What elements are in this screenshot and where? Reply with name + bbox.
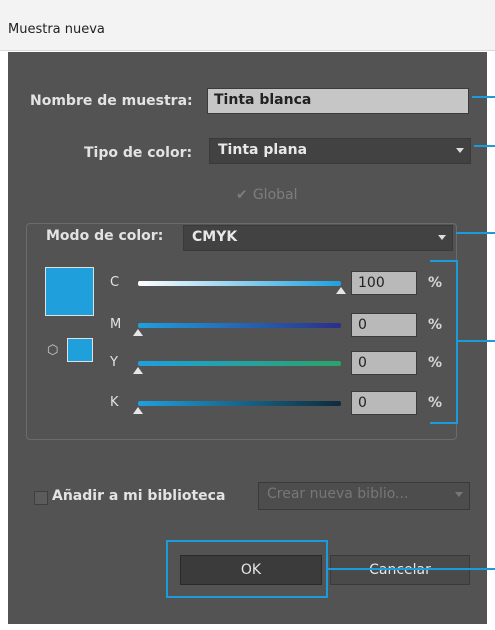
m-value-input[interactable]: 0: [351, 313, 417, 337]
checkmark-icon: ✔: [236, 187, 248, 203]
callout-line-name: [472, 96, 495, 98]
k-slider-thumb[interactable]: [133, 407, 143, 414]
window-titlebar: Muestra nueva: [0, 0, 495, 51]
out-of-gamut-cube-icon[interactable]: ⬡: [47, 343, 58, 358]
callout-line-type: [474, 145, 495, 147]
callout-line-mode: [456, 232, 495, 234]
window-title: Muestra nueva: [8, 22, 105, 37]
k-value-input[interactable]: 0: [351, 391, 417, 415]
color-preview-swatch: [45, 267, 94, 316]
y-slider-track[interactable]: [138, 361, 341, 366]
k-slider-track[interactable]: [138, 401, 341, 406]
global-checkbox[interactable]: ✔ Global: [236, 184, 298, 203]
channel-m-letter: M: [110, 317, 122, 332]
c-slider-track[interactable]: [138, 281, 341, 286]
add-to-library-label: Añadir a mi biblioteca: [52, 488, 226, 504]
color-mode-select[interactable]: CMYK: [183, 225, 453, 251]
y-slider-thumb[interactable]: [133, 367, 143, 374]
color-type-select[interactable]: Tinta plana: [209, 138, 471, 164]
global-label: Global: [252, 187, 298, 203]
c-slider-thumb[interactable]: [336, 287, 346, 294]
callout-line-ok: [328, 568, 495, 570]
color-mode-label: Modo de color:: [42, 228, 168, 244]
channel-c-letter: C: [110, 275, 120, 290]
chevron-down-icon: [455, 492, 463, 497]
m-slider-thumb[interactable]: [133, 329, 143, 336]
chevron-down-icon: [438, 235, 446, 240]
callout-bracket-values: [430, 260, 458, 424]
swatch-name-input[interactable]: Tinta blanca: [207, 88, 469, 114]
callout-box-ok: [166, 540, 328, 598]
color-type-label: Tipo de color:: [84, 145, 193, 161]
cancel-button[interactable]: Cancelar: [330, 555, 470, 585]
channel-k-letter: K: [110, 395, 119, 410]
y-value-input[interactable]: 0: [351, 351, 417, 375]
color-mode-value: CMYK: [192, 229, 238, 245]
channel-y-letter: Y: [110, 355, 118, 370]
m-slider-track[interactable]: [138, 323, 341, 328]
c-value-input[interactable]: 100: [351, 271, 417, 295]
library-select[interactable]: Crear nueva biblio...: [258, 482, 470, 510]
chevron-down-icon: [456, 148, 464, 153]
library-select-value: Crear nueva biblio...: [267, 486, 409, 502]
add-to-library-checkbox[interactable]: [34, 491, 48, 505]
web-safe-swatch[interactable]: [67, 338, 93, 362]
color-type-value: Tinta plana: [218, 142, 308, 158]
callout-line-values: [458, 340, 495, 342]
swatch-name-label: Nombre de muestra:: [30, 93, 193, 109]
